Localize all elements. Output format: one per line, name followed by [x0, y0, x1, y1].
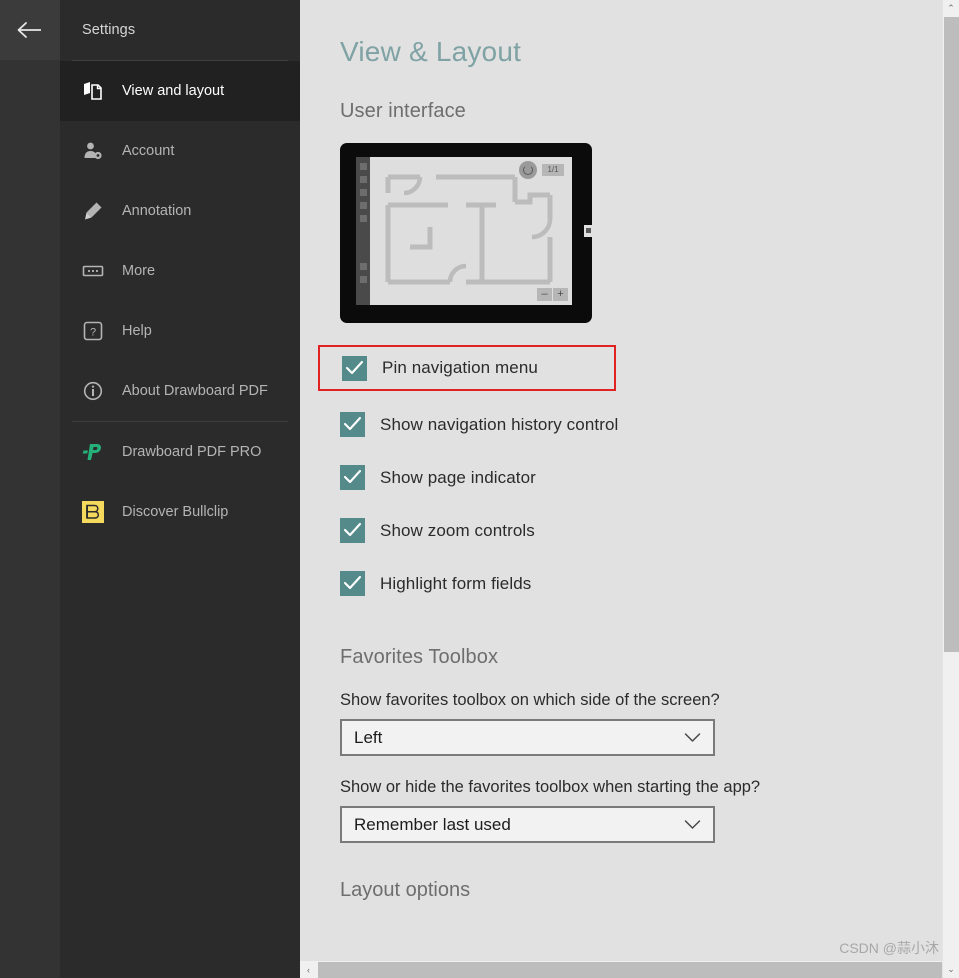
checkbox-pin-navigation-menu[interactable] [342, 355, 367, 381]
page-title: View & Layout [340, 36, 522, 67]
check-icon [343, 469, 362, 484]
content-inner: View & Layout User interface 1/1 – + Pin… [300, 0, 959, 902]
sidebar-item-account[interactable]: Account [60, 121, 300, 181]
vertical-scrollbar[interactable]: ⌃ ⌄ [942, 0, 959, 978]
sidebar-item-annotation[interactable]: Annotation [60, 181, 300, 241]
toolbar-dot [359, 215, 367, 222]
sidebar-item-label: Account [122, 142, 175, 159]
chevron-down-icon [684, 733, 701, 742]
account-icon [78, 136, 108, 166]
drawboard-pro-icon [78, 437, 108, 467]
sidebar-item-help[interactable]: ? Help [60, 301, 300, 361]
checkbox-label: Show navigation history control [380, 414, 619, 434]
ui-preview-toolbar [356, 157, 370, 305]
sidebar-item-discover-bullclip[interactable]: Discover Bullclip [60, 482, 300, 542]
navigation-history-icon [519, 161, 537, 179]
sidebar-item-label: Annotation [122, 202, 192, 219]
zoom-controls: – + [536, 288, 568, 301]
sidebar-title: Settings [60, 0, 300, 60]
checkbox-row-show-zoom-controls[interactable]: Show zoom controls [340, 504, 959, 557]
user-interface-heading: User interface [340, 100, 466, 122]
sidebar-item-label: Drawboard PDF PRO [122, 443, 262, 460]
floorplan-drawing [385, 174, 553, 285]
scroll-up-arrow[interactable]: ⌃ [943, 0, 959, 17]
toolbar-dot [359, 276, 367, 283]
scroll-down-arrow[interactable]: ⌄ [943, 961, 959, 978]
scroll-left-arrow[interactable]: ‹ [300, 961, 317, 978]
checkbox-show-page-indicator[interactable] [340, 465, 365, 490]
settings-sidebar: Settings View and layout Account Annotat… [60, 0, 306, 978]
horizontal-scrollbar-thumb[interactable] [318, 962, 942, 978]
checkbox-row-show-page-indicator[interactable]: Show page indicator [340, 451, 959, 504]
favorites-side-select[interactable]: Left [340, 719, 715, 756]
favorites-side-value: Left [354, 727, 383, 747]
vertical-scrollbar-thumb[interactable] [944, 17, 959, 652]
settings-window: Settings View and layout Account Annotat… [0, 0, 959, 978]
toolbar-dot [359, 163, 367, 170]
zoom-in-button: + [553, 288, 568, 301]
check-icon [343, 522, 362, 537]
checkbox-row-highlight-form-fields[interactable]: Highlight form fields [340, 557, 959, 610]
zoom-out-button: – [537, 288, 552, 301]
question-icon: ? [78, 316, 108, 346]
favorites-startup-label: Show or hide the favorites toolbox when … [340, 778, 761, 796]
back-arrow-icon [17, 22, 41, 38]
check-icon [343, 416, 362, 431]
check-icon [343, 575, 362, 590]
ui-preview-floorplan [370, 157, 572, 305]
check-icon [345, 360, 364, 374]
sidebar-item-label: View and layout [122, 82, 225, 99]
svg-text:?: ? [90, 327, 96, 339]
sidebar-item-drawboard-pdf-pro[interactable]: Drawboard PDF PRO [60, 422, 300, 482]
sidebar-item-label: Discover Bullclip [122, 503, 229, 520]
ui-preview-screen: 1/1 – + [356, 157, 572, 305]
settings-content: View & Layout User interface 1/1 – + Pin… [300, 0, 959, 978]
view-layout-icon [78, 76, 108, 106]
pen-icon [78, 196, 108, 226]
sidebar-item-about-drawboard-pdf[interactable]: About Drawboard PDF [60, 361, 300, 421]
sidebar-nav-list: View and layout Account Annotation More … [60, 61, 306, 542]
back-button[interactable] [0, 0, 60, 60]
toolbar-dot [359, 176, 367, 183]
favorites-toolbox-heading: Favorites Toolbox [340, 646, 499, 668]
toolbar-dot [359, 202, 367, 209]
info-icon [78, 376, 108, 406]
back-rail [0, 0, 60, 978]
favorites-toolbox-handle [584, 225, 593, 237]
chevron-down-icon [684, 820, 701, 829]
sidebar-item-label: More [122, 262, 156, 279]
favorites-startup-value: Remember last used [354, 814, 511, 834]
page-indicator-badge: 1/1 [542, 164, 564, 176]
layout-options-heading: Layout options [340, 879, 471, 901]
checkbox-label: Show zoom controls [380, 520, 535, 540]
sidebar-item-more[interactable]: More [60, 241, 300, 301]
favorites-toolbox-section: Favorites Toolbox Show favorites toolbox… [340, 610, 959, 843]
ui-preview-mockup: 1/1 – + [340, 143, 593, 323]
checkbox-row-pin-navigation-menu[interactable]: Pin navigation menu [318, 345, 616, 391]
sidebar-item-view-and-layout[interactable]: View and layout [60, 61, 306, 121]
sidebar-item-label: About Drawboard PDF [122, 382, 268, 399]
toolbar-dot [359, 189, 367, 196]
checkbox-show-zoom-controls[interactable] [340, 518, 365, 543]
horizontal-scrollbar[interactable]: ‹ [300, 961, 942, 978]
checkbox-label: Show page indicator [380, 467, 536, 487]
bullclip-icon [78, 497, 108, 527]
toolbar-dot [359, 263, 367, 270]
checkbox-highlight-form-fields[interactable] [340, 571, 365, 596]
checkbox-label: Pin navigation menu [382, 358, 538, 377]
ellipsis-icon [78, 256, 108, 286]
checkbox-label: Highlight form fields [380, 573, 532, 593]
checkbox-row-show-navigation-history-control[interactable]: Show navigation history control [340, 398, 959, 451]
ui-preview-wrap: 1/1 – + [340, 123, 959, 323]
ui-checkbox-list: Pin navigation menu Show navigation hist… [318, 323, 959, 610]
sidebar-item-label: Help [122, 322, 152, 339]
favorites-side-label: Show favorites toolbox on which side of … [340, 691, 720, 709]
checkbox-show-navigation-history-control[interactable] [340, 412, 365, 437]
watermark: CSDN @蒜小沐 [839, 940, 939, 956]
favorites-startup-select[interactable]: Remember last used [340, 806, 715, 843]
